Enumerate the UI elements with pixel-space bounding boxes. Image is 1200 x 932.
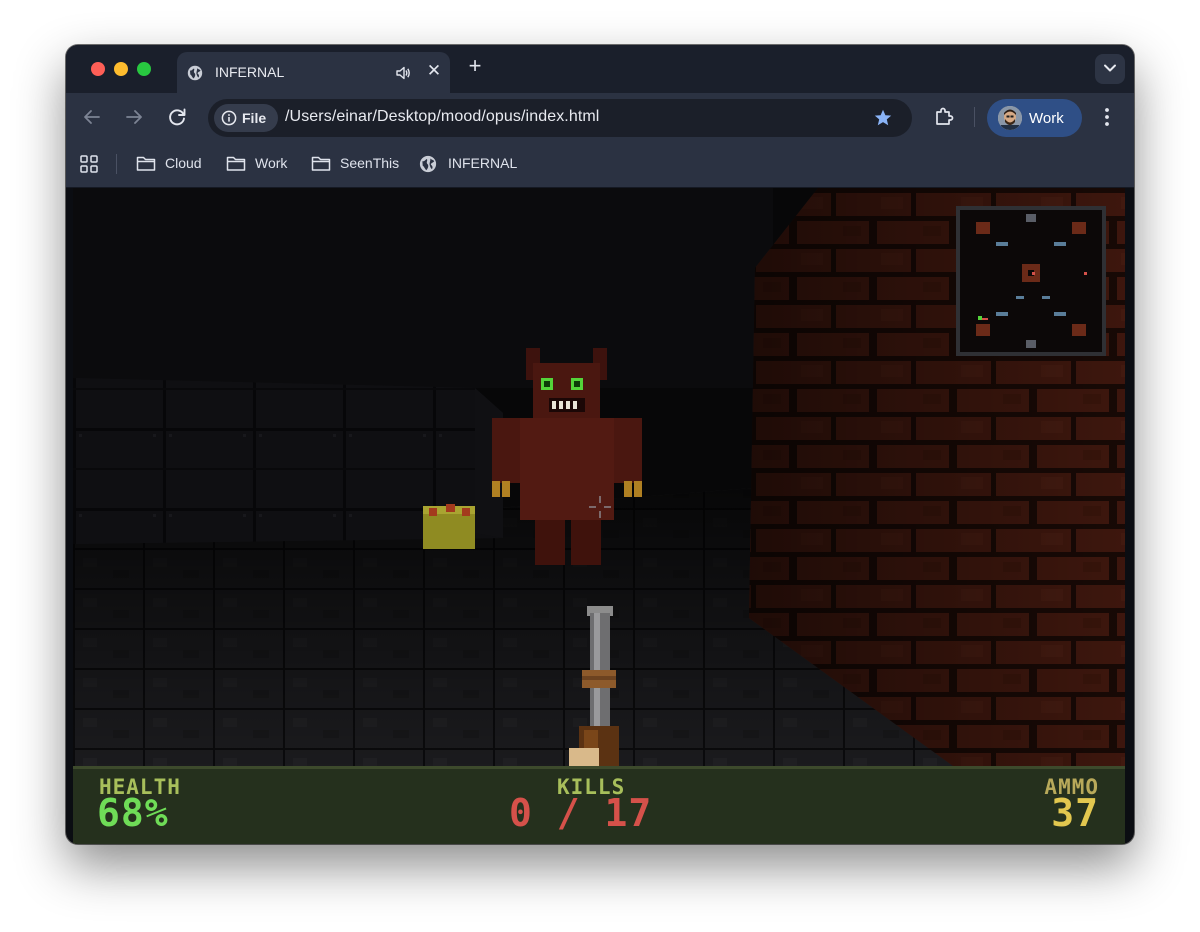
new-tab-button[interactable]: +: [464, 55, 486, 77]
extensions-puzzle-icon[interactable]: [933, 106, 955, 128]
folder-icon: [311, 156, 331, 171]
tab-strip: INFERNAL ✕ +: [66, 45, 1134, 93]
chevron-down-icon: [1104, 64, 1116, 72]
bookmark-cloud[interactable]: Cloud: [136, 154, 206, 174]
close-window-button[interactable]: [91, 62, 105, 76]
site-info-label: File: [242, 110, 267, 126]
ammo-value: 37: [1051, 791, 1099, 835]
address-bar[interactable]: File /Users/einar/Desktop/mood/opus/inde…: [208, 99, 912, 137]
crosshair-icon: [589, 496, 611, 518]
kills-value: 0 / 17: [509, 791, 653, 835]
tab-search-button[interactable]: [1095, 54, 1125, 84]
profile-button[interactable]: Work: [987, 99, 1082, 137]
folder-icon: [136, 156, 156, 171]
more-menu-icon[interactable]: [1097, 106, 1117, 128]
bookmark-star-icon[interactable]: [873, 108, 893, 128]
game-hud: HEALTH 68% KILLS 0 / 17 AMMO 37: [73, 766, 1125, 844]
minimize-window-button[interactable]: [114, 62, 128, 76]
avatar: [998, 106, 1022, 130]
health-value: 68%: [97, 791, 169, 835]
close-tab-icon[interactable]: ✕: [424, 61, 444, 81]
bookmark-work[interactable]: Work: [226, 154, 292, 174]
globe-icon: [419, 155, 437, 173]
tab-title: INFERNAL: [215, 64, 285, 80]
bookmark-label: Cloud: [165, 155, 202, 171]
bookmark-infernal[interactable]: INFERNAL: [419, 154, 519, 174]
toolbar: File /Users/einar/Desktop/mood/opus/inde…: [66, 93, 1134, 141]
reload-icon[interactable]: [165, 105, 189, 129]
site-info-chip[interactable]: File: [214, 104, 278, 132]
url-text[interactable]: /Users/einar/Desktop/mood/opus/index.htm…: [285, 108, 599, 126]
bookmarks-separator: [116, 154, 117, 174]
browser-window: INFERNAL ✕ + File /Users/einar/Desktop/m…: [66, 45, 1134, 844]
back-arrow-icon[interactable]: [80, 105, 104, 129]
bookmark-seenthis[interactable]: SeenThis: [311, 154, 403, 174]
bookmark-label: Work: [255, 155, 288, 171]
speaker-icon[interactable]: [395, 65, 411, 81]
maximize-window-button[interactable]: [137, 62, 151, 76]
info-icon: [221, 110, 237, 126]
globe-icon: [187, 65, 203, 81]
profile-label: Work: [1029, 110, 1064, 127]
toolbar-separator: [974, 107, 975, 127]
apps-grid-icon[interactable]: [80, 155, 98, 173]
game-viewport[interactable]: HEALTH 68% KILLS 0 / 17 AMMO 37: [73, 188, 1125, 844]
tab-infernal[interactable]: INFERNAL ✕: [177, 52, 450, 93]
folder-icon: [226, 156, 246, 171]
minimap: [956, 206, 1106, 356]
bookmarks-bar: Cloud Work SeenThis INFERNAL: [66, 141, 1134, 188]
bookmark-label: SeenThis: [340, 155, 400, 171]
ammo-crate: [423, 504, 475, 549]
forward-arrow-icon[interactable]: [122, 105, 146, 129]
bookmark-label: INFERNAL: [448, 155, 518, 171]
